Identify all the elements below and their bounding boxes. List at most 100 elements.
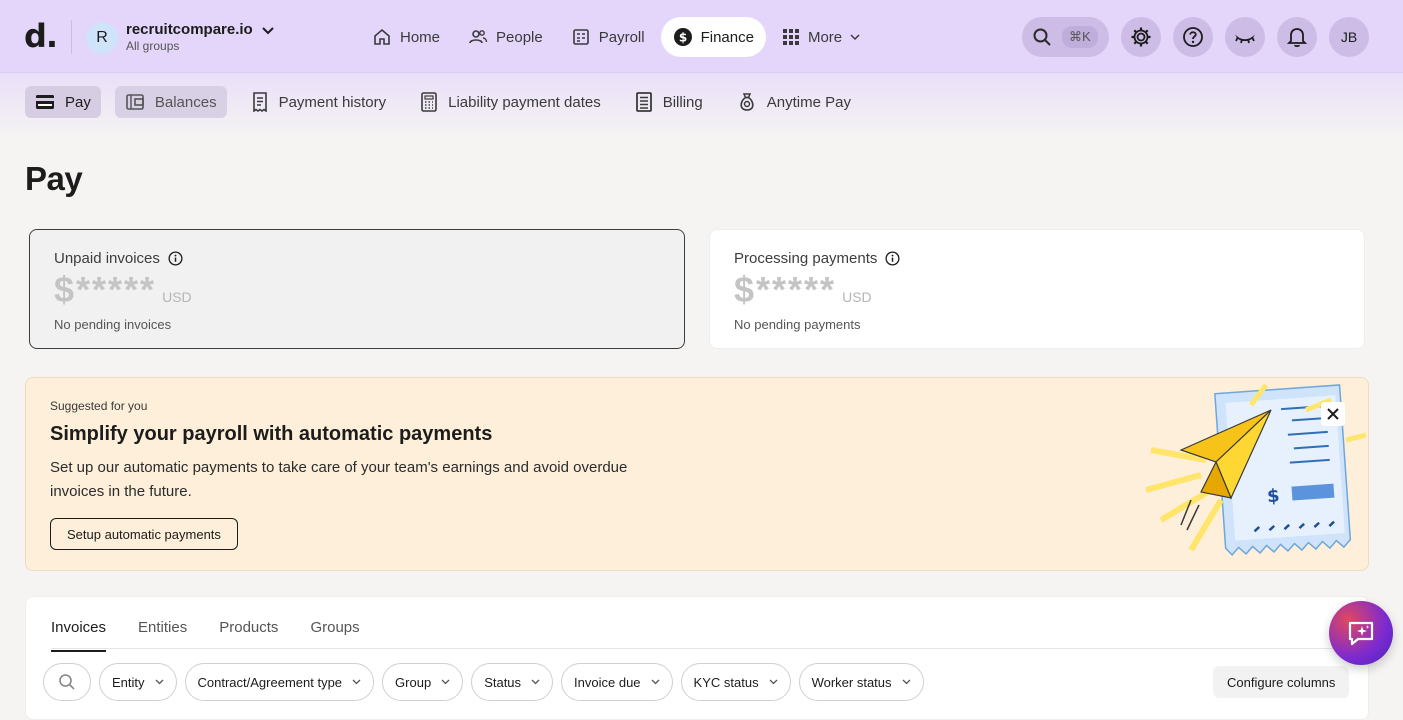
card-note: No pending invoices [54,317,172,332]
banner-eyebrow: Suggested for you [50,399,148,413]
filter-label: Entity [112,674,145,690]
filter-entity[interactable]: Entity [99,663,177,701]
org-avatar: R [86,21,118,54]
svg-text:$: $ [678,31,686,45]
wallet-icon [126,94,144,110]
chevron-down-icon [155,679,163,685]
money-bag-icon [740,93,754,111]
banner-close-button[interactable] [1321,402,1345,426]
main-nav: Home People Payroll $ Finance More [360,17,876,57]
people-icon [469,30,488,44]
nav-label: People [496,28,543,46]
filter-worker-status[interactable]: Worker status [798,663,924,701]
privacy-toggle-button[interactable] [1225,17,1265,57]
settings-button[interactable] [1121,17,1161,57]
help-button[interactable] [1173,17,1213,57]
user-avatar[interactable]: JB [1329,17,1369,57]
configure-columns-button[interactable]: Configure columns [1213,666,1350,698]
filter-group[interactable]: Group [382,663,464,701]
divider [71,20,72,54]
nav-home[interactable]: Home [360,17,452,57]
filter-status[interactable]: Status [471,663,554,701]
billing-icon [635,92,652,112]
card-note: No pending payments [734,317,861,332]
filter-contract-type[interactable]: Contract/Agreement type [184,663,375,701]
subnav-payment-history[interactable]: Payment history [241,86,397,118]
global-search-button[interactable]: ⌘K [1022,17,1109,57]
card-icon [36,95,54,109]
nav-finance[interactable]: $ Finance [660,17,766,57]
chevron-down-icon [850,34,860,41]
subnav-liability-dates[interactable]: Liability payment dates [410,86,611,118]
amount-value: $***** [734,269,837,310]
receipt-icon [252,92,267,112]
automatic-payments-banner: Suggested for you Simplify your payroll … [25,377,1369,571]
filter-label: Invoice due [574,674,641,690]
header-tools: ⌘K JB [1022,17,1369,57]
setup-automatic-payments-button[interactable]: Setup automatic payments [50,518,238,550]
org-switcher[interactable]: R recruitcompare.io All groups [86,21,275,54]
gear-icon [1131,27,1151,47]
chevron-down-icon [262,26,274,34]
table-search-button[interactable] [43,663,91,701]
subnav-label: Pay [65,93,91,111]
filter-label: KYC status [693,674,759,690]
card-label: Unpaid invoices [54,250,660,267]
card-label-text: Processing payments [734,250,878,267]
nav-label: Payroll [598,28,645,46]
subnav-label: Billing [662,93,703,111]
info-icon[interactable] [885,251,900,266]
banner-title: Simplify your payroll with automatic pay… [50,423,493,445]
dollar-icon: $ [673,28,692,46]
card-amount: $***** USD [734,269,1340,311]
notifications-button[interactable] [1277,17,1317,57]
nav-people[interactable]: People [456,17,555,57]
card-label: Processing payments [734,250,1340,267]
subnav-label: Anytime Pay [766,93,851,111]
nav-payroll[interactable]: Payroll [559,17,657,57]
page-title: Pay [25,160,83,197]
deel-logo[interactable]: d. [24,20,58,52]
info-icon[interactable] [168,251,183,266]
finance-subnav: Pay Balances Payment history Liability p… [25,86,875,118]
nav-label: Finance [700,28,754,46]
bell-icon [1287,28,1307,48]
subnav-label: Liability payment dates [448,93,601,111]
filter-label: Status [484,674,522,690]
chevron-down-icon [651,679,660,685]
card-amount: $***** USD [54,269,660,311]
filter-kyc-status[interactable]: KYC status [680,663,791,701]
org-subtitle: All groups [126,39,180,53]
unpaid-invoices-card[interactable]: Unpaid invoices $***** USD No pending in… [29,229,685,349]
nav-more[interactable]: More [770,17,872,57]
nav-label: More [807,28,843,46]
filter-label: Contract/Agreement type [197,674,343,690]
chevron-down-icon [902,679,910,685]
calculator-icon [421,92,437,112]
subnav-billing[interactable]: Billing [625,86,713,118]
home-icon [374,28,390,45]
invoices-table-card: Invoices Entities Products Groups Entity… [25,596,1369,720]
filter-invoice-due[interactable]: Invoice due [561,663,673,701]
divider [51,648,1351,649]
subnav-label: Payment history [278,93,387,111]
search-icon [1033,28,1051,46]
amount-currency: USD [842,289,872,305]
org-name: recruitcompare.io [126,21,253,38]
help-icon [1183,27,1203,47]
ai-assistant-button[interactable] [1329,601,1393,665]
subnav-balances[interactable]: Balances [114,86,227,118]
close-icon [1327,408,1339,420]
search-shortcut: ⌘K [1062,26,1098,48]
processing-payments-card[interactable]: Processing payments $***** USD No pendin… [709,229,1365,349]
payroll-icon [572,29,589,45]
subnav-pay[interactable]: Pay [25,86,101,118]
svg-text:$: $ [1266,485,1280,507]
search-icon [59,674,75,690]
chevron-down-icon [531,679,540,685]
chevron-down-icon [352,679,361,685]
sparkle-chat-icon [1348,621,1374,646]
amount-value: $***** [54,269,157,310]
subnav-label: Balances [154,93,217,111]
subnav-anytime-pay[interactable]: Anytime Pay [727,86,861,118]
